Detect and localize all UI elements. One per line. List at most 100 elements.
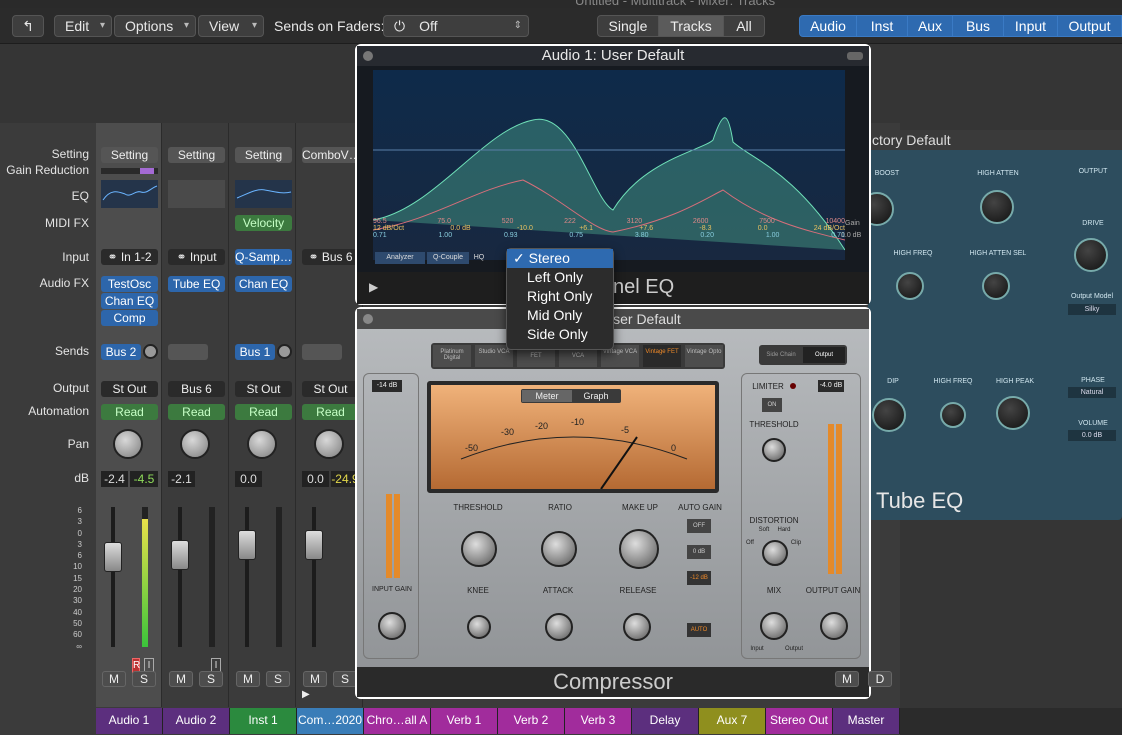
audio-fx-slot-1[interactable]: Tube EQ — [168, 276, 225, 292]
audio-fx-slot-1[interactable]: TestOsc — [101, 276, 158, 292]
model-vintage-opto[interactable]: Vintage Opto — [685, 345, 723, 367]
resize-icon[interactable] — [847, 52, 863, 60]
dim-button[interactable]: D — [868, 671, 892, 687]
distortion-knob[interactable] — [762, 540, 788, 566]
setting-button[interactable]: Setting — [168, 147, 225, 163]
volume-fader[interactable] — [238, 530, 256, 560]
menu-item-side-only[interactable]: Side Only — [507, 325, 613, 344]
band-freq[interactable]: 7500 — [759, 218, 775, 225]
side-chain-button[interactable]: Side Chain — [761, 347, 801, 363]
back-arrow-icon[interactable]: ↰ — [12, 15, 44, 37]
track-name-verb-1[interactable]: Verb 1 — [431, 708, 498, 734]
send-slot[interactable]: Bus 1 — [235, 344, 275, 360]
band-q[interactable]: 1.00 — [766, 232, 780, 239]
band-gain[interactable]: +7.6 — [639, 225, 653, 232]
send-level-knob[interactable] — [277, 344, 292, 359]
band-gain[interactable]: 24 dB/Oct — [814, 225, 845, 232]
track-name-verb-2[interactable]: Verb 2 — [498, 708, 565, 734]
band-gain[interactable]: -10.0 — [517, 225, 533, 232]
track-name-chro[interactable]: Chro…all A — [364, 708, 431, 734]
audio-fx-slot-1[interactable]: Chan EQ — [235, 276, 292, 292]
auto-release-button[interactable]: AUTO — [687, 623, 711, 637]
band-freq[interactable]: 2600 — [693, 218, 709, 225]
track-name-stereo-out[interactable]: Stereo Out — [766, 708, 833, 734]
send-slot[interactable] — [168, 344, 208, 360]
band-gain[interactable]: -8.3 — [699, 225, 711, 232]
knee-knob[interactable] — [467, 615, 491, 639]
output-gain-knob[interactable] — [820, 612, 848, 640]
volume-fader[interactable] — [171, 540, 189, 570]
band-gain[interactable]: 12 dB/Oct — [373, 225, 404, 232]
track-name-aux-7[interactable]: Aux 7 — [699, 708, 766, 734]
audio-fx-slot-2[interactable]: Chan EQ — [101, 293, 158, 309]
setting-button[interactable]: Setting — [235, 147, 292, 163]
model-platinum-digital[interactable]: Platinum Digital — [433, 345, 471, 367]
high-atten-sel-knob[interactable] — [982, 272, 1010, 300]
track-name-delay[interactable]: Delay — [632, 708, 699, 734]
track-name-audio-1[interactable]: Audio 1 — [96, 708, 163, 734]
setting-button[interactable]: ComboV… — [302, 147, 361, 163]
band-freq[interactable]: 75.0 — [437, 218, 451, 225]
close-icon[interactable] — [363, 314, 373, 324]
output-slot[interactable]: St Out — [101, 381, 158, 397]
filter-input[interactable]: Input — [1003, 15, 1058, 37]
band-gain[interactable]: 0.0 dB — [450, 225, 470, 232]
filter-bus[interactable]: Bus — [952, 15, 1004, 37]
phase-select[interactable]: Natural — [1068, 387, 1116, 398]
volume-fader[interactable] — [104, 542, 122, 572]
input-slot[interactable]: ⚭ In 1-2 — [101, 249, 158, 265]
limiter-threshold-knob[interactable] — [762, 438, 786, 462]
input-gain-knob[interactable] — [378, 612, 406, 640]
band-freq[interactable]: 3120 — [627, 218, 643, 225]
pan-knob[interactable] — [113, 429, 143, 459]
mute-button[interactable]: M — [102, 671, 126, 687]
volume-fader[interactable] — [305, 530, 323, 560]
tracks-button[interactable]: Tracks — [658, 15, 724, 37]
send-slot[interactable]: Bus 2 — [101, 344, 141, 360]
output-model-select[interactable]: Silky — [1068, 304, 1116, 315]
mute-button[interactable]: M — [835, 671, 859, 687]
sends-on-faders-select[interactable]: ⏻ Off ⇕ — [383, 15, 529, 37]
volume-readout[interactable]: 0.0 — [302, 471, 329, 487]
setting-button[interactable]: Setting — [101, 147, 158, 163]
solo-button[interactable]: S — [199, 671, 223, 687]
track-name-verb-3[interactable]: Verb 3 — [565, 708, 632, 734]
filter-aux[interactable]: Aux — [907, 15, 953, 37]
drive-knob[interactable] — [1074, 238, 1108, 272]
volume-readout[interactable]: -2.1 — [168, 471, 195, 487]
auto-gain-0db[interactable]: 0 dB — [687, 545, 711, 559]
options-menu[interactable]: Options ▾ — [114, 15, 196, 37]
release-knob[interactable] — [623, 613, 651, 641]
volume-readout[interactable]: -2.4 — [101, 471, 128, 487]
attack-knob[interactable] — [545, 613, 573, 641]
band-freq[interactable]: 10400 — [826, 218, 845, 225]
band-q[interactable]: 0.75 — [569, 232, 583, 239]
menu-item-right-only[interactable]: Right Only — [507, 287, 613, 306]
hq-button[interactable]: HQ — [471, 252, 487, 264]
eq-thumbnail[interactable] — [101, 180, 158, 208]
solo-button[interactable]: S — [266, 671, 290, 687]
solo-button[interactable]: S — [132, 671, 156, 687]
analyzer-button[interactable]: Analyzer — [375, 252, 425, 264]
midi-fx-slot[interactable]: Velocity — [235, 215, 292, 231]
threshold-knob[interactable] — [461, 531, 497, 567]
track-name-audio-2[interactable]: Audio 2 — [163, 708, 230, 734]
solo-button[interactable]: S — [333, 671, 357, 687]
band-q[interactable]: 0.20 — [700, 232, 714, 239]
mute-button[interactable]: M — [236, 671, 260, 687]
track-name-combo[interactable]: Com…2020 — [297, 708, 364, 734]
automation-mode[interactable]: Read — [235, 404, 292, 420]
band-freq[interactable]: 96.5 — [373, 218, 387, 225]
band-freq[interactable]: 222 — [564, 218, 576, 225]
auto-gain-off[interactable]: OFF — [687, 519, 711, 533]
close-icon[interactable] — [363, 51, 373, 61]
eq-thumbnail[interactable] — [235, 180, 292, 208]
menu-item-stereo[interactable]: ✓ Stereo — [507, 249, 613, 268]
mute-button[interactable]: M — [169, 671, 193, 687]
automation-mode[interactable]: Read — [101, 404, 158, 420]
mute-button[interactable]: M — [303, 671, 327, 687]
mix-knob[interactable] — [760, 612, 788, 640]
menu-item-left-only[interactable]: Left Only — [507, 268, 613, 287]
pan-knob[interactable] — [314, 429, 344, 459]
auto-gain-minus12[interactable]: -12 dB — [687, 571, 711, 585]
